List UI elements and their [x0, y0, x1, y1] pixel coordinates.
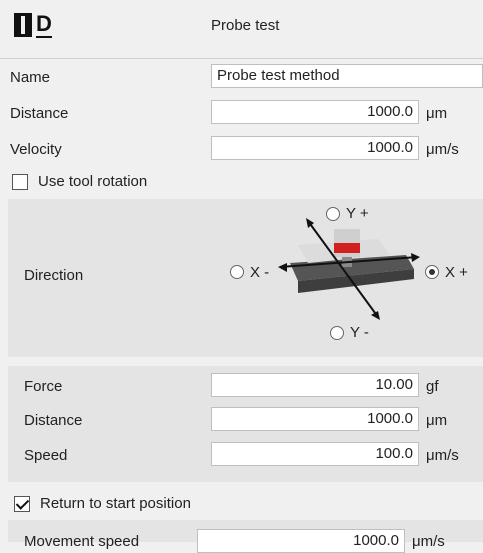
direction-y-plus-radio[interactable] — [326, 207, 340, 221]
test-distance-unit: μm — [426, 412, 448, 429]
speed-field[interactable]: 100.0 — [211, 442, 419, 466]
direction-y-minus-label: Y - — [350, 324, 369, 341]
app-logo: D — [14, 11, 62, 39]
x-arrow-head-plus — [411, 253, 420, 262]
logo-icon — [14, 13, 32, 37]
direction-label: Direction — [24, 267, 84, 284]
probe-stage-illustration — [278, 218, 420, 320]
movement-speed-field[interactable]: 1000.0 — [197, 529, 405, 553]
distance-label: Distance — [10, 105, 69, 122]
velocity-label: Velocity — [10, 141, 62, 158]
test-distance-label: Distance — [24, 412, 83, 429]
return-to-start-label: Return to start position — [40, 495, 191, 512]
direction-x-plus-radio[interactable] — [425, 265, 439, 279]
force-unit: gf — [426, 378, 439, 395]
velocity-unit: μm/s — [426, 141, 459, 158]
use-tool-rotation-checkbox[interactable] — [12, 174, 28, 190]
logo-letter: D — [36, 11, 52, 38]
distance-field[interactable]: 1000.0 — [211, 100, 419, 124]
velocity-field[interactable]: 1000.0 — [211, 136, 419, 160]
direction-y-plus-label: Y + — [346, 205, 369, 222]
direction-y-minus-radio[interactable] — [330, 326, 344, 340]
header-divider — [0, 58, 483, 59]
probe-red-band — [334, 243, 360, 253]
return-to-start-checkbox[interactable] — [14, 496, 30, 512]
page-title: Probe test — [211, 17, 280, 34]
force-field[interactable]: 10.00 — [211, 373, 419, 397]
name-field[interactable]: Probe test method — [211, 64, 483, 88]
force-label: Force — [24, 378, 63, 395]
speed-unit: μm/s — [426, 447, 459, 464]
direction-x-plus-label: X + — [445, 264, 468, 281]
speed-label: Speed — [24, 447, 68, 464]
use-tool-rotation-label: Use tool rotation — [38, 173, 148, 190]
test-distance-field[interactable]: 1000.0 — [211, 407, 419, 431]
direction-x-minus-radio[interactable] — [230, 265, 244, 279]
distance-unit: μm — [426, 105, 448, 122]
x-arrow-head-minus — [278, 263, 287, 272]
name-label: Name — [10, 69, 51, 86]
direction-x-minus-label: X - — [250, 264, 270, 281]
